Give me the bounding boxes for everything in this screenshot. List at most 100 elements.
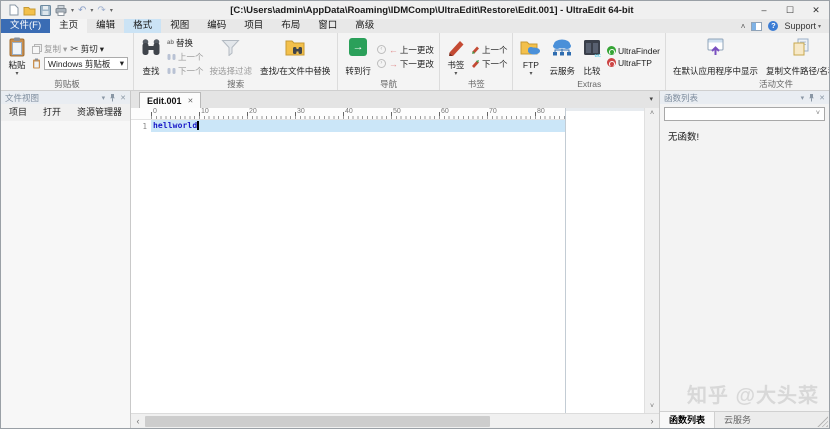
menu-project[interactable]: 项目: [235, 19, 272, 33]
group-label-extras: Extras: [577, 79, 602, 89]
next-change-button[interactable]: → 下一更改: [389, 58, 434, 70]
ultrafinder-icon: [606, 46, 616, 55]
support-menu[interactable]: Support ▾: [784, 21, 821, 31]
scroll-left-icon[interactable]: ‹: [131, 414, 145, 428]
scrollbar-thumb[interactable]: [145, 416, 490, 427]
copy-file-path-button[interactable]: 复制文件路径/名称: [764, 35, 829, 78]
replace-button[interactable]: ab 替换: [167, 37, 193, 49]
document-tabbar: Edit.001 ✕ ▾: [131, 91, 659, 108]
tab-explorer[interactable]: 资源管理器: [69, 104, 130, 121]
panel-bottom-tabs: 函数列表 云服务: [660, 411, 829, 428]
ribbon-group-extras: FTP ▾ 云服务 uc 比较 UltraFinder UltraFTP Ext…: [513, 33, 667, 90]
bookmark-button[interactable]: 书签 ▾: [445, 35, 467, 78]
cut-icon: ✂: [70, 43, 79, 55]
bookmark-prev-button[interactable]: 上一个: [471, 44, 507, 56]
menu-encoding[interactable]: 编码: [198, 19, 235, 33]
scroll-down-icon[interactable]: ˅: [650, 401, 654, 413]
nav-forward-icon[interactable]: ›: [376, 59, 386, 68]
panel-close-icon[interactable]: ✕: [120, 94, 126, 102]
document-tab[interactable]: Edit.001 ✕: [139, 92, 202, 108]
cut-button[interactable]: ✂ 剪切 ▾: [70, 43, 104, 55]
pin-icon[interactable]: [808, 93, 815, 102]
bookmark-next-button[interactable]: 下一个: [471, 58, 507, 70]
save-icon[interactable]: [40, 4, 51, 16]
file-view-body[interactable]: [1, 121, 130, 428]
horizontal-scrollbar[interactable]: ‹ ›: [131, 413, 659, 428]
menu-home[interactable]: 主页: [50, 19, 88, 33]
panel-menu-icon[interactable]: ▾: [801, 94, 805, 102]
pin-icon[interactable]: [109, 93, 116, 102]
maximize-button[interactable]: ☐: [777, 1, 803, 19]
group-label-search: 搜索: [227, 79, 245, 89]
tab-open[interactable]: 打开: [35, 104, 69, 121]
menu-format[interactable]: 格式: [124, 19, 162, 33]
open-folder-icon[interactable]: [23, 5, 36, 16]
editor-line-1: 1 hellworld: [131, 120, 565, 132]
find-prev-button[interactable]: 上一个: [167, 51, 204, 63]
show-in-default-app-button[interactable]: 在默认应用程序中显示: [671, 35, 760, 78]
goto-line-button[interactable]: → 转到行: [343, 35, 373, 78]
find-next-button[interactable]: 下一个: [167, 65, 204, 77]
find-replace-in-files-button[interactable]: 查找/在文件中替换: [258, 35, 332, 78]
paste-button[interactable]: 粘贴 ▾: [6, 35, 28, 78]
ribbon-group-search: 查找 ab 替换 上一个 下一个 按选择过滤 查找/在文件中替换 搜索: [134, 33, 339, 90]
tab-project[interactable]: 项目: [1, 104, 35, 121]
tab-close-icon[interactable]: ✕: [188, 97, 194, 105]
redo-icon[interactable]: ↷: [97, 5, 105, 16]
print-dropdown[interactable]: ▾: [71, 7, 74, 14]
cloud-services-button[interactable]: 云服务: [547, 35, 577, 78]
vertical-scrollbar[interactable]: ˄ ˅: [644, 108, 659, 413]
tab-list-dropdown-icon[interactable]: ▾: [643, 91, 659, 108]
file-view-tabs: 项目 打开 资源管理器 ◂ ▸: [1, 104, 143, 121]
menu-window[interactable]: 窗口: [309, 19, 346, 33]
clipboard-format-select[interactable]: Windows 剪贴板 ▾: [44, 57, 128, 70]
no-functions-message: 无函数!: [668, 132, 700, 143]
filter-by-selection-button[interactable]: 按选择过滤: [208, 35, 255, 78]
ultraftp-button[interactable]: UltraFTP: [606, 58, 652, 68]
minimize-button[interactable]: –: [751, 1, 777, 19]
binoculars-small-icon: [167, 53, 176, 60]
print-icon[interactable]: [55, 4, 67, 16]
compare-button[interactable]: uc 比较: [581, 35, 603, 78]
left-arrow-icon: ←: [388, 44, 398, 55]
help-icon[interactable]: ?: [768, 21, 779, 31]
replace-icon: ab: [167, 39, 175, 46]
titlebar: ▾ ↶ ▾ ↷ ▾ [C:\Users\admin\AppData\Roamin…: [1, 1, 829, 19]
function-list-title: 函数列表: [664, 92, 699, 103]
prev-change-button[interactable]: ← 上一更改: [389, 44, 434, 56]
menu-advanced[interactable]: 高级: [346, 19, 383, 33]
group-label-active-files: 活动文件: [758, 79, 793, 89]
ftp-button[interactable]: FTP ▾: [518, 35, 543, 78]
tab-function-list[interactable]: 函数列表: [660, 412, 716, 428]
copy-button[interactable]: 复制 ▾: [32, 43, 67, 55]
layout-panes-icon[interactable]: [751, 21, 763, 31]
menu-edit[interactable]: 编辑: [87, 19, 124, 33]
clipboard-small-icon: [32, 58, 41, 69]
ultraftp-icon: [606, 58, 616, 67]
scroll-up-icon[interactable]: ˄: [650, 108, 654, 120]
file-view-panel: 文件视图 ▾ ✕ 项目 打开 资源管理器 ◂ ▸: [1, 91, 143, 428]
window-title: [C:\Users\admin\AppData\Roaming\IDMComp\…: [230, 4, 634, 16]
new-file-icon[interactable]: [9, 4, 19, 16]
undo-icon[interactable]: ↶: [78, 5, 86, 16]
scroll-right-icon[interactable]: ›: [645, 414, 659, 428]
menu-layout[interactable]: 布局: [272, 19, 309, 33]
find-button[interactable]: 查找: [139, 35, 163, 78]
quick-access-toolbar: ▾ ↶ ▾ ↷ ▾: [9, 4, 113, 16]
panel-menu-icon[interactable]: ▾: [102, 94, 106, 102]
close-button[interactable]: ✕: [803, 1, 829, 19]
tab-cloud-services[interactable]: 云服务: [715, 412, 760, 428]
function-filter-select[interactable]: ˅: [664, 107, 825, 121]
code-text: hellworld: [153, 121, 198, 130]
menu-file[interactable]: 文件(F): [1, 19, 51, 33]
menu-view[interactable]: 视图: [161, 19, 198, 33]
ultrafinder-button[interactable]: UltraFinder: [606, 46, 660, 56]
collapse-ribbon-icon[interactable]: ˄: [741, 22, 746, 31]
nav-back-icon[interactable]: ‹: [376, 45, 386, 54]
secondary-pane[interactable]: [566, 108, 644, 413]
text-editor-canvas[interactable]: 1 hellworld: [131, 120, 565, 413]
column-ruler: 0 10 20 30 40 50 60 70 80: [131, 108, 565, 120]
undo-dropdown[interactable]: ▾: [90, 7, 93, 14]
panel-close-icon[interactable]: ✕: [819, 94, 825, 102]
ribbon-group-navigation: → 转到行 ‹ ← 上一更改 › → 下一更改 导航: [338, 33, 440, 90]
